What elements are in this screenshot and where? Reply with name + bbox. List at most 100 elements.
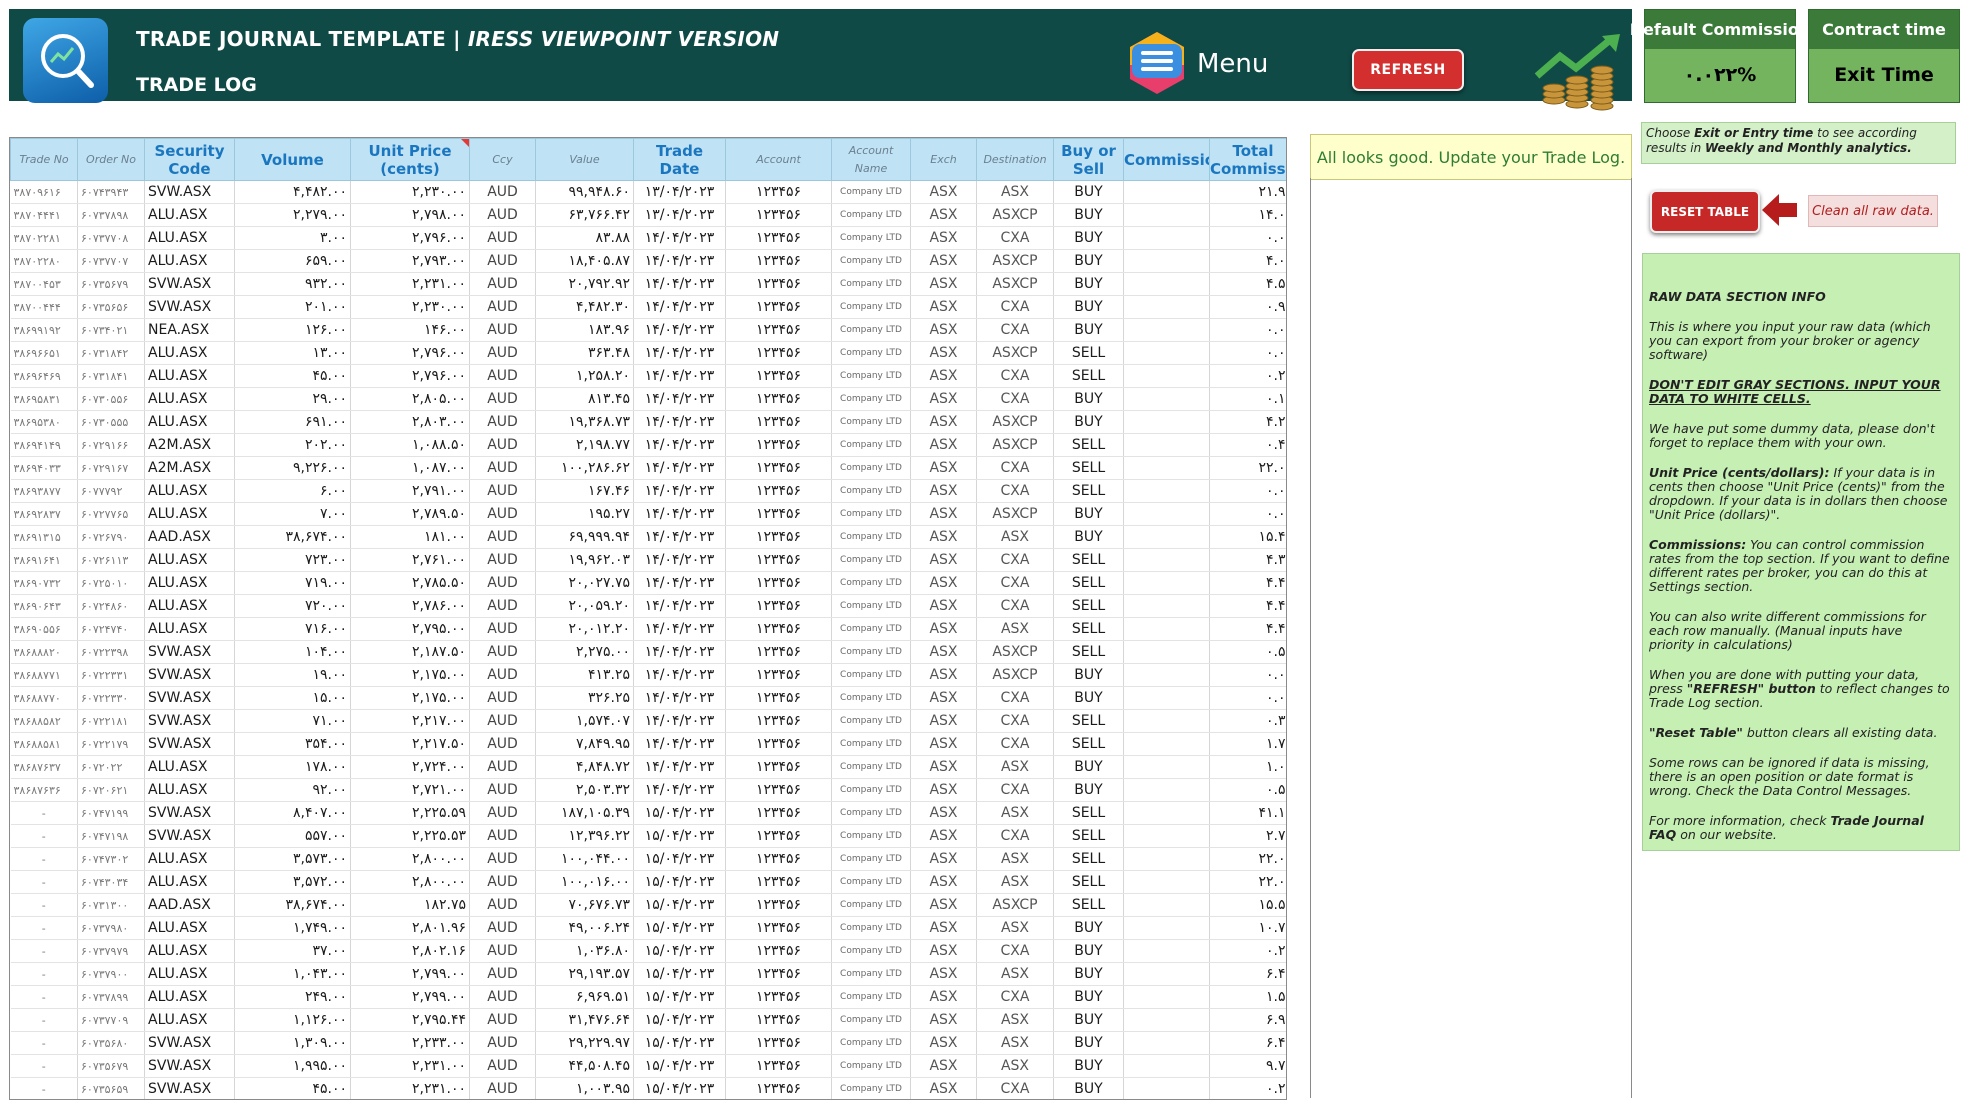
cell-trade-date[interactable]: ۱۵/۰۴/۲۰۲۳ bbox=[634, 986, 726, 1009]
cell-trade-date[interactable]: ۱۵/۰۴/۲۰۲۳ bbox=[634, 848, 726, 871]
cell-account-name[interactable]: Company LTD bbox=[832, 365, 911, 388]
cell-security-code[interactable]: ALU.ASX bbox=[145, 756, 235, 779]
refresh-button[interactable]: REFRESH bbox=[1352, 49, 1464, 91]
cell-exch[interactable]: ASX bbox=[911, 204, 977, 227]
cell-account-name[interactable]: Company LTD bbox=[832, 986, 911, 1009]
cell-security-code[interactable]: SVW.ASX bbox=[145, 273, 235, 296]
cell-commission[interactable] bbox=[1124, 641, 1210, 664]
cell-exch[interactable]: ASX bbox=[911, 963, 977, 986]
cell-account-name[interactable]: Company LTD bbox=[832, 733, 911, 756]
cell-ccy[interactable]: AUD bbox=[470, 365, 536, 388]
cell-buy-sell[interactable]: SELL bbox=[1054, 342, 1124, 365]
cell-destination[interactable]: ASX bbox=[977, 963, 1054, 986]
cell-destination[interactable]: CXA bbox=[977, 319, 1054, 342]
cell-volume[interactable]: ۴۵.۰۰ bbox=[235, 1078, 351, 1100]
cell-buy-sell[interactable]: SELL bbox=[1054, 802, 1124, 825]
cell-account-name[interactable]: Company LTD bbox=[832, 802, 911, 825]
cell-value[interactable]: ۲,۲۷۵.۰۰ bbox=[536, 641, 634, 664]
cell-security-code[interactable]: SVW.ASX bbox=[145, 687, 235, 710]
cell-value[interactable]: ۱۸,۴۰۵.۸۷ bbox=[536, 250, 634, 273]
cell-value[interactable]: ۱,۲۵۸.۲۰ bbox=[536, 365, 634, 388]
cell-unit-price[interactable]: ۲,۷۹۵.۴۴ bbox=[351, 1009, 470, 1032]
cell-security-code[interactable]: A2M.ASX bbox=[145, 457, 235, 480]
cell-volume[interactable]: ۳۸,۶۷۴.۰۰ bbox=[235, 526, 351, 549]
cell-trade-date[interactable]: ۱۴/۰۴/۲۰۲۳ bbox=[634, 480, 726, 503]
cell-buy-sell[interactable]: BUY bbox=[1054, 503, 1124, 526]
cell-exch[interactable]: ASX bbox=[911, 526, 977, 549]
cell-account-name[interactable]: Company LTD bbox=[832, 825, 911, 848]
cell-value[interactable]: ۲۰,۰۵۹.۲۰ bbox=[536, 595, 634, 618]
cell-volume[interactable]: ۵۵۷.۰۰ bbox=[235, 825, 351, 848]
cell-trade-date[interactable]: ۱۴/۰۴/۲۰۲۳ bbox=[634, 641, 726, 664]
cell-account[interactable]: ۱۲۳۴۵۶ bbox=[726, 848, 832, 871]
cell-unit-price[interactable]: ۲,۲۳۳.۰۰ bbox=[351, 1032, 470, 1055]
cell-account[interactable]: ۱۲۳۴۵۶ bbox=[726, 572, 832, 595]
cell-value[interactable]: ۱۸۷,۱۰۵.۳۹ bbox=[536, 802, 634, 825]
cell-exch[interactable]: ASX bbox=[911, 434, 977, 457]
cell-ccy[interactable]: AUD bbox=[470, 802, 536, 825]
cell-destination[interactable]: CXA bbox=[977, 1078, 1054, 1100]
cell-commission[interactable] bbox=[1124, 411, 1210, 434]
cell-exch[interactable]: ASX bbox=[911, 825, 977, 848]
cell-volume[interactable]: ۸,۴۰۷.۰۰ bbox=[235, 802, 351, 825]
cell-unit-price[interactable]: ۲,۷۹۹.۰۰ bbox=[351, 963, 470, 986]
cell-ccy[interactable]: AUD bbox=[470, 1078, 536, 1100]
cell-volume[interactable]: ۱,۱۲۶.۰۰ bbox=[235, 1009, 351, 1032]
cell-commission[interactable] bbox=[1124, 296, 1210, 319]
cell-account[interactable]: ۱۲۳۴۵۶ bbox=[726, 181, 832, 204]
cell-unit-price[interactable]: ۲,۲۳۰.۰۰ bbox=[351, 181, 470, 204]
cell-account-name[interactable]: Company LTD bbox=[832, 204, 911, 227]
cell-account[interactable]: ۱۲۳۴۵۶ bbox=[726, 963, 832, 986]
cell-exch[interactable]: ASX bbox=[911, 503, 977, 526]
cell-account[interactable]: ۱۲۳۴۵۶ bbox=[726, 526, 832, 549]
cell-security-code[interactable]: AAD.ASX bbox=[145, 526, 235, 549]
cell-exch[interactable]: ASX bbox=[911, 687, 977, 710]
cell-volume[interactable]: ۶.۰۰ bbox=[235, 480, 351, 503]
cell-value[interactable]: ۱۲,۳۹۶.۲۲ bbox=[536, 825, 634, 848]
cell-commission[interactable] bbox=[1124, 848, 1210, 871]
cell-buy-sell[interactable]: SELL bbox=[1054, 457, 1124, 480]
cell-account[interactable]: ۱۲۳۴۵۶ bbox=[726, 733, 832, 756]
cell-account-name[interactable]: Company LTD bbox=[832, 779, 911, 802]
cell-ccy[interactable]: AUD bbox=[470, 342, 536, 365]
cell-destination[interactable]: ASXCP bbox=[977, 894, 1054, 917]
cell-account-name[interactable]: Company LTD bbox=[832, 549, 911, 572]
cell-volume[interactable]: ۱۷۸.۰۰ bbox=[235, 756, 351, 779]
cell-unit-price[interactable]: ۲,۲۳۱.۰۰ bbox=[351, 1078, 470, 1100]
cell-unit-price[interactable]: ۱,۰۸۸.۵۰ bbox=[351, 434, 470, 457]
cell-security-code[interactable]: ALU.ASX bbox=[145, 204, 235, 227]
cell-commission[interactable] bbox=[1124, 250, 1210, 273]
cell-commission[interactable] bbox=[1124, 963, 1210, 986]
cell-value[interactable]: ۹۹,۹۴۸.۶۰ bbox=[536, 181, 634, 204]
cell-unit-price[interactable]: ۲,۸۰۲.۱۶ bbox=[351, 940, 470, 963]
cell-security-code[interactable]: ALU.ASX bbox=[145, 917, 235, 940]
cell-account[interactable]: ۱۲۳۴۵۶ bbox=[726, 296, 832, 319]
cell-value[interactable]: ۳۶۳.۴۸ bbox=[536, 342, 634, 365]
cell-value[interactable]: ۲۰,۷۹۲.۹۲ bbox=[536, 273, 634, 296]
cell-trade-date[interactable]: ۱۴/۰۴/۲۰۲۳ bbox=[634, 618, 726, 641]
cell-account-name[interactable]: Company LTD bbox=[832, 595, 911, 618]
cell-account-name[interactable]: Company LTD bbox=[832, 963, 911, 986]
cell-unit-price[interactable]: ۲,۸۰۱.۹۶ bbox=[351, 917, 470, 940]
cell-buy-sell[interactable]: BUY bbox=[1054, 526, 1124, 549]
cell-commission[interactable] bbox=[1124, 871, 1210, 894]
cell-exch[interactable]: ASX bbox=[911, 388, 977, 411]
cell-buy-sell[interactable]: SELL bbox=[1054, 848, 1124, 871]
cell-volume[interactable]: ۱,۳۰۹.۰۰ bbox=[235, 1032, 351, 1055]
cell-exch[interactable]: ASX bbox=[911, 1055, 977, 1078]
cell-exch[interactable]: ASX bbox=[911, 848, 977, 871]
cell-exch[interactable]: ASX bbox=[911, 273, 977, 296]
cell-commission[interactable] bbox=[1124, 1078, 1210, 1100]
cell-account[interactable]: ۱۲۳۴۵۶ bbox=[726, 549, 832, 572]
cell-trade-date[interactable]: ۱۵/۰۴/۲۰۲۳ bbox=[634, 1055, 726, 1078]
cell-commission[interactable] bbox=[1124, 227, 1210, 250]
cell-account[interactable]: ۱۲۳۴۵۶ bbox=[726, 1032, 832, 1055]
cell-ccy[interactable]: AUD bbox=[470, 411, 536, 434]
cell-volume[interactable]: ۱۳.۰۰ bbox=[235, 342, 351, 365]
cell-value[interactable]: ۱۶۷.۴۶ bbox=[536, 480, 634, 503]
cell-ccy[interactable]: AUD bbox=[470, 181, 536, 204]
cell-value[interactable]: ۱۹,۹۶۲.۰۳ bbox=[536, 549, 634, 572]
cell-buy-sell[interactable]: SELL bbox=[1054, 733, 1124, 756]
cell-ccy[interactable]: AUD bbox=[470, 595, 536, 618]
cell-volume[interactable]: ۱۲۶.۰۰ bbox=[235, 319, 351, 342]
